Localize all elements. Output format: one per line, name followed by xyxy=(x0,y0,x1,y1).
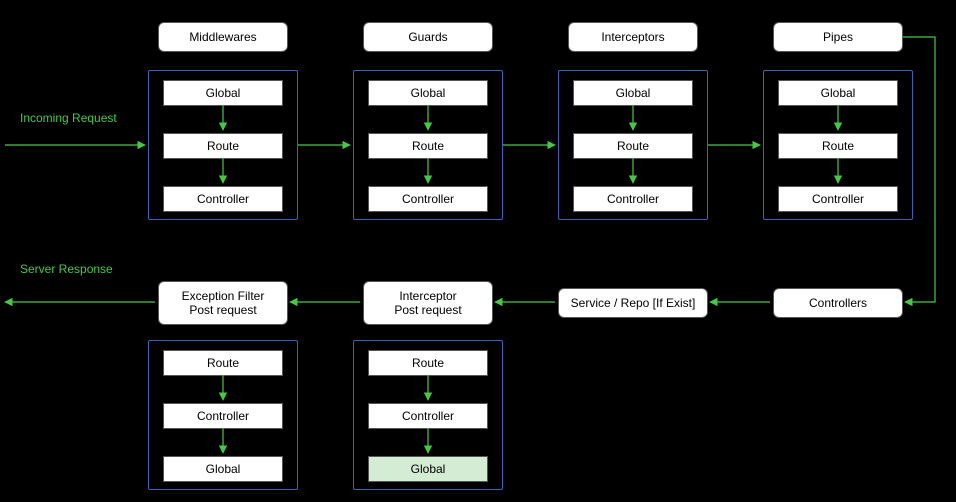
interceptors-global: Global xyxy=(573,80,693,106)
incoming-request-label: Incoming Request xyxy=(20,111,117,125)
exception-filter-controller: Controller xyxy=(163,403,283,429)
guards-global: Global xyxy=(368,80,488,106)
controllers-title: Controllers xyxy=(773,288,903,318)
interceptors-route: Route xyxy=(573,133,693,159)
pipes-route: Route xyxy=(778,133,898,159)
interceptors-controller: Controller xyxy=(573,186,693,212)
middlewares-title: Middlewares xyxy=(158,22,288,52)
interceptor-post-controller: Controller xyxy=(368,403,488,429)
guards-title: Guards xyxy=(363,22,493,52)
pipes-title: Pipes xyxy=(773,22,903,52)
server-response-label: Server Response xyxy=(20,262,113,276)
exception-filter-global: Global xyxy=(163,456,283,482)
middlewares-route: Route xyxy=(163,133,283,159)
guards-route: Route xyxy=(368,133,488,159)
exception-filter-title: Exception Filter Post request xyxy=(158,281,288,325)
interceptor-post-global: Global xyxy=(368,456,488,482)
middlewares-controller: Controller xyxy=(163,186,283,212)
exception-filter-route: Route xyxy=(163,350,283,376)
pipes-controller: Controller xyxy=(778,186,898,212)
interceptors-title: Interceptors xyxy=(568,22,698,52)
interceptor-post-route: Route xyxy=(368,350,488,376)
service-repo-title: Service / Repo [If Exist] xyxy=(558,288,708,318)
pipes-global: Global xyxy=(778,80,898,106)
interceptor-post-title: Interceptor Post request xyxy=(363,281,493,325)
middlewares-global: Global xyxy=(163,80,283,106)
guards-controller: Controller xyxy=(368,186,488,212)
